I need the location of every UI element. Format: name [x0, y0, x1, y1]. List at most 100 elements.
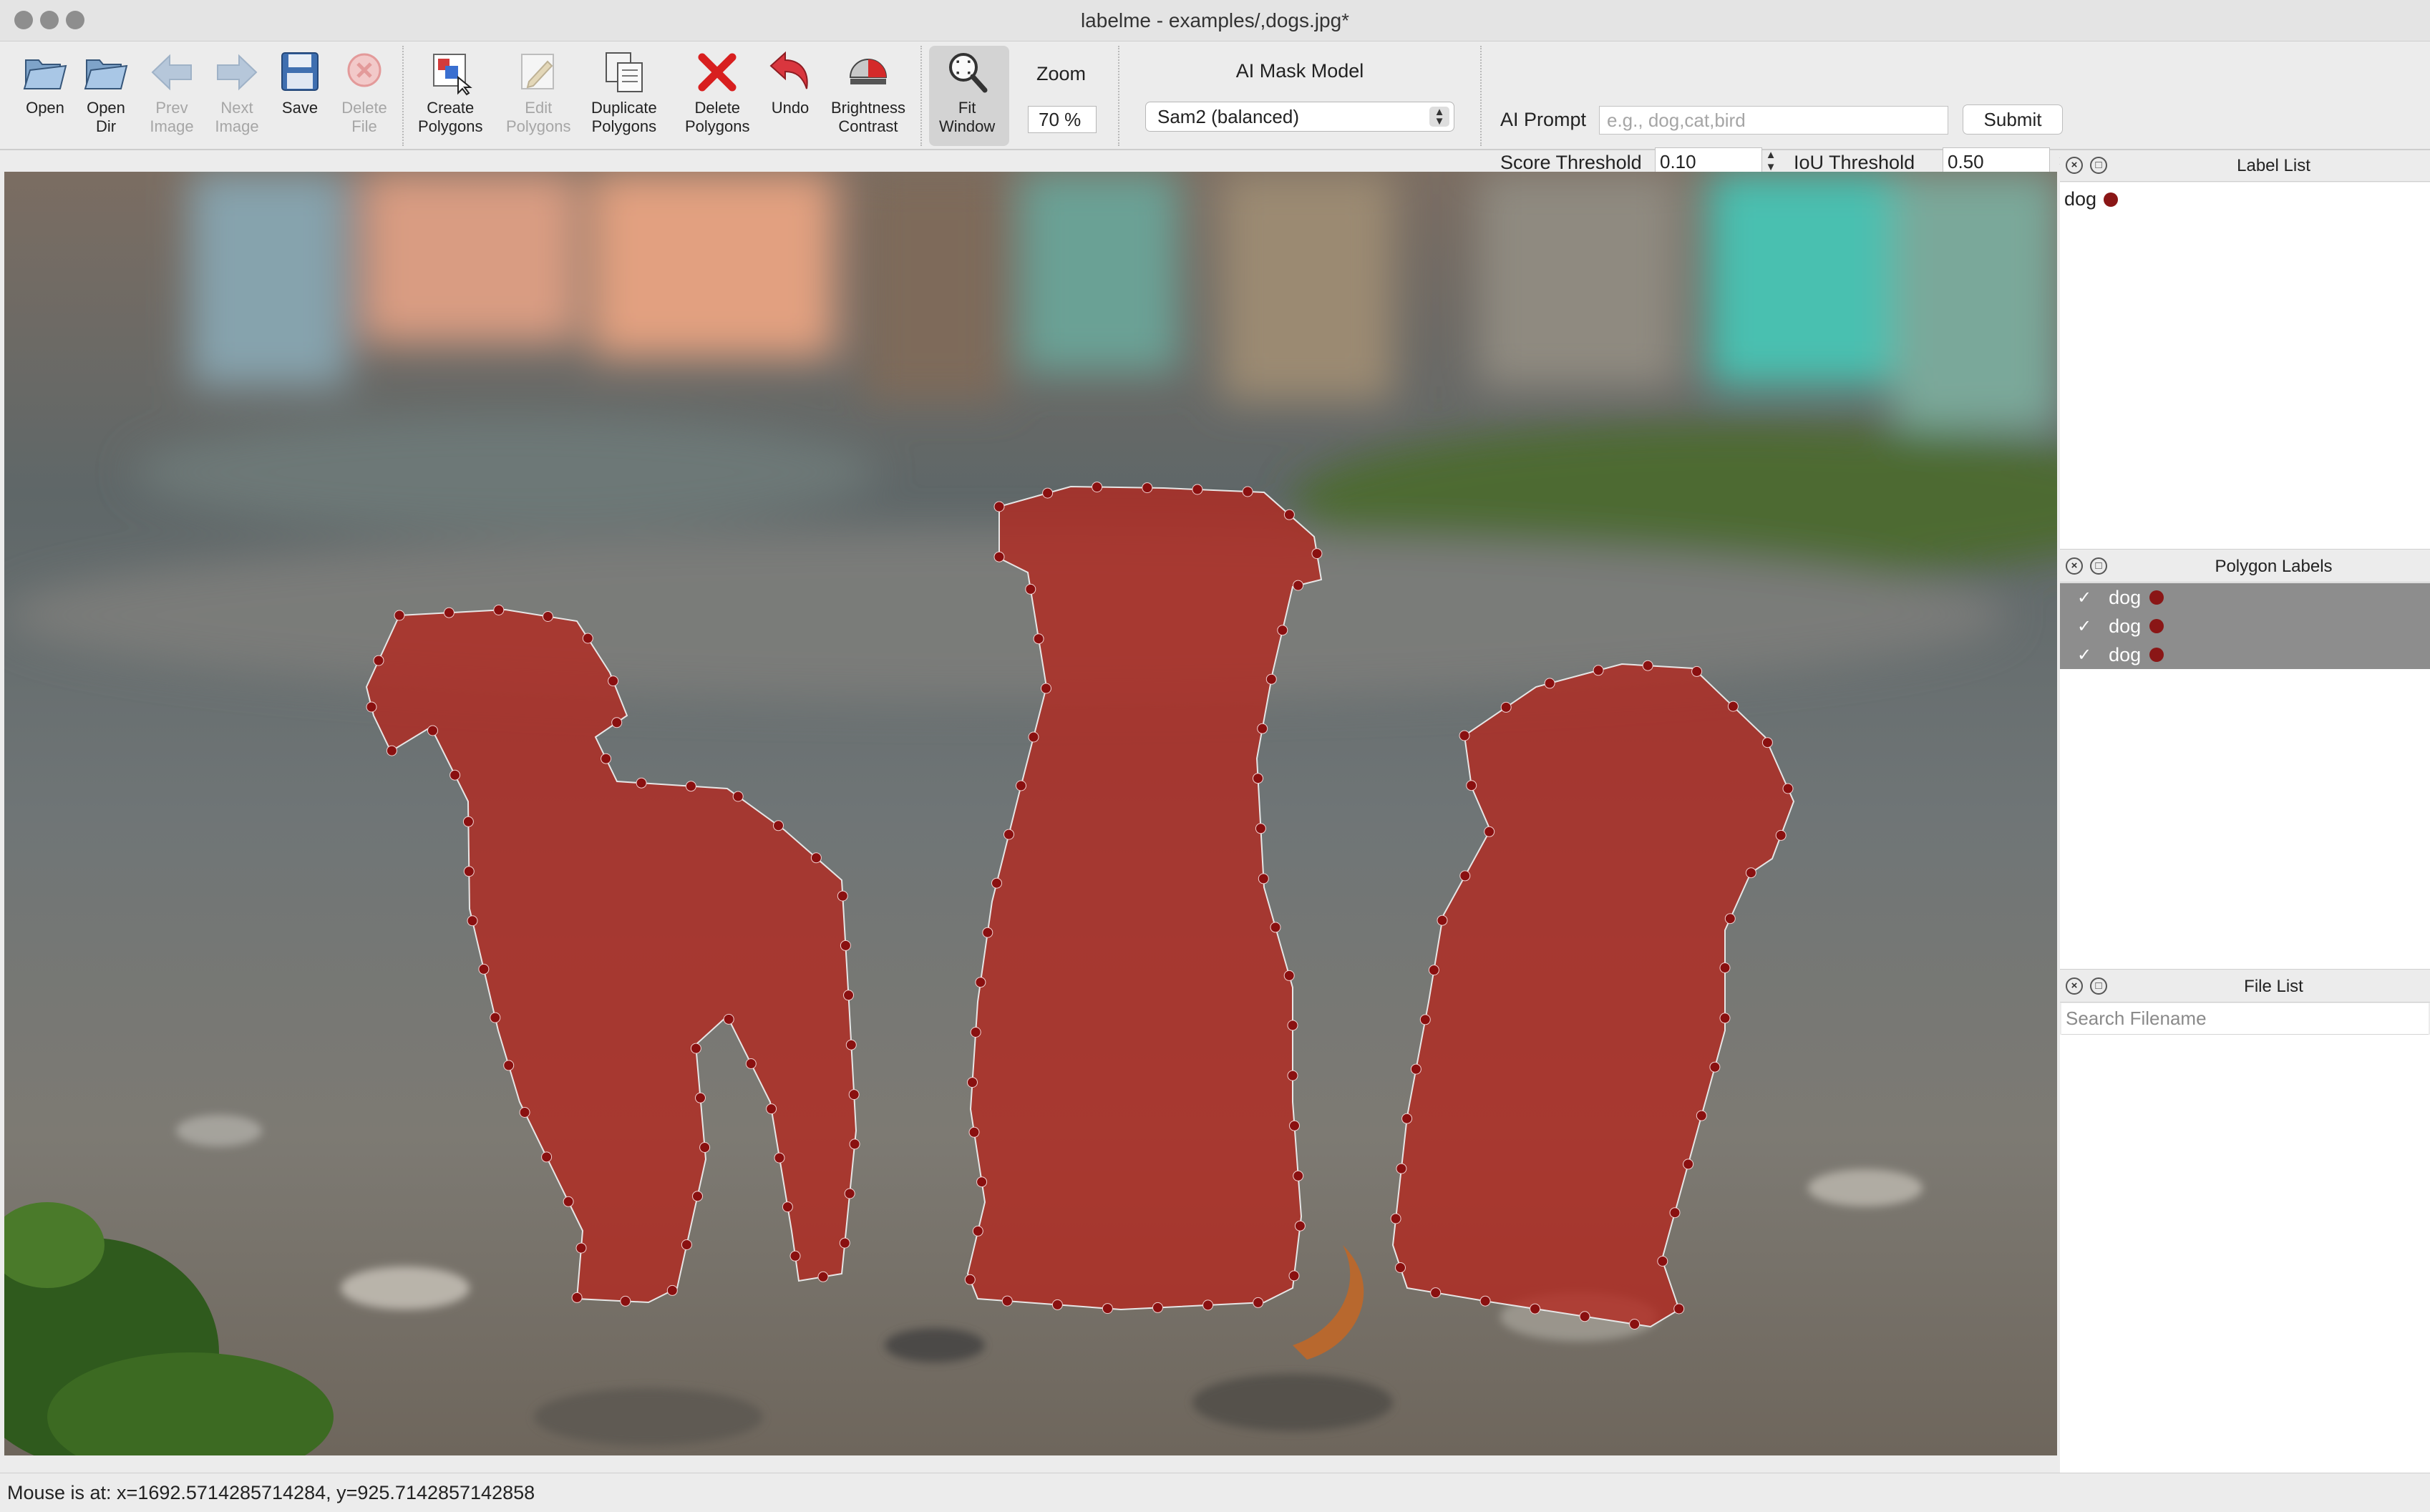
- polygon-vertex-handle[interactable]: [1287, 1020, 1298, 1031]
- polygon-vertex-handle[interactable]: [848, 1089, 860, 1101]
- polygon-vertex-handle[interactable]: [1466, 780, 1477, 791]
- polygon-vertex-handle[interactable]: [782, 1201, 793, 1213]
- polygon-vertex-handle[interactable]: [582, 633, 593, 644]
- polygon-vertex-handle[interactable]: [1242, 486, 1253, 497]
- polygon-vertex-handle[interactable]: [1419, 1014, 1431, 1025]
- float-icon[interactable]: □: [2090, 557, 2107, 575]
- polygon-vertex-handle[interactable]: [845, 1039, 857, 1050]
- polygon-label-row[interactable]: ✓ dog: [2060, 640, 2430, 669]
- polygon-vertex-handle[interactable]: [1253, 773, 1263, 784]
- polygon-vertex-handle[interactable]: [478, 963, 490, 975]
- polygon-vertex-handle[interactable]: [1192, 484, 1203, 495]
- polygon-vertex-handle[interactable]: [839, 1237, 850, 1249]
- delete-file-button[interactable]: Delete File: [339, 49, 389, 136]
- polygon-vertex-handle[interactable]: [766, 1103, 777, 1115]
- polygon-vertex-handle[interactable]: [1642, 660, 1653, 671]
- zoom-input[interactable]: 70 %: [1028, 106, 1097, 133]
- polygon-vertex-handle[interactable]: [666, 1284, 678, 1296]
- polygon-vertex-handle[interactable]: [1745, 867, 1756, 879]
- polygon-vertex-handle[interactable]: [1025, 583, 1036, 595]
- close-icon[interactable]: ×: [2066, 157, 2083, 174]
- polygon-vertex-handle[interactable]: [993, 551, 1005, 562]
- polygon-vertex-handle[interactable]: [1258, 873, 1269, 884]
- polygon-vertex-handle[interactable]: [817, 1271, 829, 1282]
- close-icon[interactable]: ×: [2066, 557, 2083, 575]
- polygon-vertex-handle[interactable]: [1294, 1220, 1306, 1231]
- undo-button[interactable]: Undo: [765, 49, 815, 117]
- polygon-vertex-handle[interactable]: [575, 1242, 587, 1254]
- label-list-item[interactable]: dog: [2064, 188, 2119, 210]
- polygon-vertex-handle[interactable]: [636, 777, 647, 789]
- polygon-vertex-handle[interactable]: [543, 611, 553, 622]
- polygon-vertex-handle[interactable]: [1028, 731, 1039, 743]
- polygon-vertex-handle[interactable]: [1459, 870, 1471, 882]
- polygon-vertex-handle[interactable]: [373, 655, 384, 666]
- polygon-vertex-handle[interactable]: [1253, 1297, 1264, 1308]
- polygon-vertex-handle[interactable]: [837, 890, 848, 902]
- polygon-vertex-handle[interactable]: [1459, 730, 1470, 741]
- submit-button[interactable]: Submit: [1963, 104, 2063, 135]
- float-icon[interactable]: □: [2090, 157, 2107, 174]
- ai-prompt-input[interactable]: [1599, 106, 1948, 135]
- polygon-vertex-handle[interactable]: [964, 1274, 976, 1285]
- polygon-vertex-handle[interactable]: [1293, 1170, 1304, 1181]
- duplicate-polygons-button[interactable]: Duplicate Polygons: [591, 49, 657, 136]
- polygon-vertex-handle[interactable]: [1724, 913, 1736, 925]
- polygon-vertex-handle[interactable]: [1016, 780, 1026, 791]
- polygon-vertex-handle[interactable]: [1696, 1110, 1707, 1121]
- polygon-vertex-handle[interactable]: [1051, 1299, 1063, 1310]
- polygon-vertex-handle[interactable]: [493, 605, 505, 615]
- polygon-vertex-handle[interactable]: [844, 1188, 855, 1199]
- polygon-vertex-handle[interactable]: [699, 1142, 711, 1153]
- polygon-vertex-handle[interactable]: [810, 852, 822, 864]
- polygon-vertex-handle[interactable]: [970, 1027, 981, 1038]
- polygon-vertex-handle[interactable]: [967, 1077, 978, 1088]
- polygon-vertex-handle[interactable]: [1657, 1256, 1668, 1267]
- polygon-vertex-handle[interactable]: [1719, 1013, 1731, 1024]
- polygon-vertex-handle[interactable]: [1202, 1299, 1214, 1311]
- polygon-vertex-handle[interactable]: [1293, 580, 1304, 591]
- check-icon[interactable]: ✓: [2077, 616, 2091, 637]
- polygon-vertex-handle[interactable]: [620, 1295, 631, 1307]
- polygon-vertex-handle[interactable]: [1727, 701, 1739, 712]
- polygon-vertex-handle[interactable]: [541, 1151, 553, 1163]
- polygon-vertex-handle[interactable]: [732, 791, 744, 802]
- polygon-vertex-handle[interactable]: [1500, 701, 1512, 713]
- polygon-vertex-handle[interactable]: [463, 866, 475, 877]
- polygon-vertex-handle[interactable]: [1437, 914, 1448, 926]
- polygon-vertex-handle[interactable]: [843, 990, 854, 1001]
- polygon-vertex-handle[interactable]: [1593, 665, 1604, 676]
- polygon-vertex-handle[interactable]: [695, 1092, 706, 1103]
- polygon-vertex-handle[interactable]: [1673, 1303, 1685, 1315]
- polygon-vertex-handle[interactable]: [1390, 1213, 1401, 1224]
- polygon-vertex-handle[interactable]: [1396, 1163, 1407, 1174]
- polygon-vertex-handle[interactable]: [1102, 1303, 1113, 1315]
- polygon-vertex-handle[interactable]: [745, 1058, 757, 1069]
- brightness-contrast-button[interactable]: Brightness Contrast: [831, 49, 905, 136]
- polygon-vertex-handle[interactable]: [1775, 829, 1787, 841]
- polygon-label-row[interactable]: ✓ dog: [2060, 583, 2430, 612]
- polygon-vertex-handle[interactable]: [1311, 548, 1323, 560]
- polygon-vertex-handle[interactable]: [490, 1012, 501, 1023]
- polygon-vertex-handle[interactable]: [1669, 1207, 1681, 1219]
- save-button[interactable]: Save: [275, 49, 325, 117]
- next-image-button[interactable]: Next Image: [212, 49, 262, 136]
- polygon-vertex-handle[interactable]: [1709, 1061, 1721, 1073]
- ai-model-select[interactable]: Sam2 (balanced) ▲ ▼: [1145, 102, 1454, 132]
- prev-image-button[interactable]: Prev Image: [147, 49, 197, 136]
- polygon-vertex-handle[interactable]: [1484, 826, 1495, 837]
- polygon-vertex-handle[interactable]: [723, 1013, 734, 1025]
- polygon-vertex-handle[interactable]: [563, 1196, 574, 1207]
- polygon-vertex-handle[interactable]: [849, 1138, 860, 1150]
- polygon-vertex-handle[interactable]: [1255, 823, 1266, 834]
- polygon-labels-list[interactable]: ✓ dog ✓ dog ✓ dog: [2060, 583, 2430, 969]
- polygon-vertex-handle[interactable]: [681, 1239, 692, 1250]
- polygon-vertex-handle[interactable]: [692, 1191, 703, 1202]
- polygon-vertex-handle[interactable]: [1283, 970, 1295, 981]
- open-dir-button[interactable]: Open Dir: [81, 49, 131, 136]
- polygon-vertex-handle[interactable]: [1283, 509, 1295, 520]
- polygon-vertex-handle[interactable]: [1629, 1319, 1641, 1330]
- delete-polygons-button[interactable]: Delete Polygons: [685, 49, 750, 136]
- label-list[interactable]: dog: [2060, 182, 2430, 549]
- polygon-vertex-handle[interactable]: [608, 675, 619, 687]
